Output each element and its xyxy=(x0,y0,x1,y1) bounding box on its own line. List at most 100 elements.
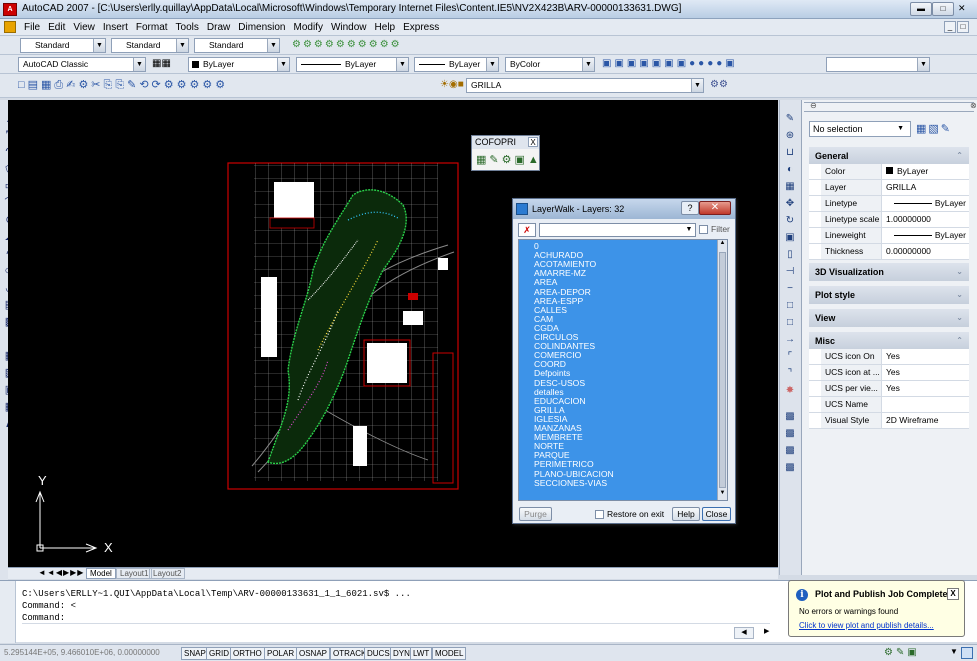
doc-minimize-button[interactable]: _ xyxy=(944,21,956,33)
palette-close-icon[interactable]: ⊗ xyxy=(970,101,977,110)
notification-details-link[interactable]: Click to view plot and publish details..… xyxy=(799,621,934,630)
array-tool-icon[interactable]: ▦ xyxy=(782,180,798,194)
tab-model[interactable]: Model xyxy=(86,568,116,579)
menu-draw[interactable]: Draw xyxy=(203,19,234,36)
layer-list-item[interactable]: SECCIONES-VIAS xyxy=(534,478,607,488)
prop-row-linetype[interactable]: Linetype ByLayer xyxy=(809,196,969,212)
stretch-tool-icon[interactable]: ▯ xyxy=(782,248,798,262)
scroll-left-icon[interactable]: ◀ xyxy=(734,627,754,639)
notification-balloon[interactable]: i Plot and Publish Job Complete X No err… xyxy=(788,580,965,637)
menu-express[interactable]: Express xyxy=(399,19,443,36)
dialog-close-button[interactable]: Close xyxy=(702,507,731,521)
category-3d-visualization[interactable]: 3D Visualization ⌄ xyxy=(809,263,969,281)
prop-row-layer[interactable]: Layer GRILLA xyxy=(809,180,969,196)
move-tool-icon[interactable]: ✥ xyxy=(782,197,798,211)
category-general[interactable]: General ⌃ xyxy=(809,147,969,165)
menu-insert[interactable]: Insert xyxy=(99,19,132,36)
grid-toggle[interactable]: GRID xyxy=(206,647,232,660)
autocad-app-icon[interactable]: A xyxy=(3,3,17,16)
notification-close-button[interactable]: X xyxy=(947,588,959,600)
help-button[interactable]: ? xyxy=(681,201,699,215)
menu-file[interactable]: File xyxy=(20,19,44,36)
menu-view[interactable]: View xyxy=(69,19,99,36)
layer-previous-icon[interactable]: ⚙⚙ xyxy=(710,79,728,90)
draworder-under-icon[interactable]: ▩ xyxy=(782,461,798,475)
cofopri-tools-icons[interactable]: ▦✎⚙▣▲ xyxy=(476,153,542,166)
tab-scroll-arrows[interactable]: ◄◄◀▶▶▶ xyxy=(38,568,84,577)
layer-control-select[interactable]: GRILLA ▼ xyxy=(466,78,704,93)
layer-list-scrollbar[interactable]: ▲ ▼ xyxy=(717,240,727,500)
table-style-select[interactable]: Standard ▼ xyxy=(194,38,280,53)
named-view-select[interactable]: ▼ xyxy=(826,57,930,72)
text-style-select[interactable]: Standard ▼ xyxy=(20,38,106,53)
layer-list[interactable]: ▲ ▼ 0 ACHURADO ACOTAMIENTO AMARRE-MZ AREA ARE… xyxy=(518,239,728,501)
palette-grip[interactable] xyxy=(804,102,974,112)
scroll-down-icon[interactable]: ▼ xyxy=(718,490,727,499)
prop-row-visual-style[interactable]: Visual Style 2D Wireframe xyxy=(809,413,969,429)
palette-minus-icon[interactable]: ⊖ xyxy=(810,101,817,110)
coordinate-readout[interactable]: 5.295144E+05, 9.466010E+06, 0.00000000 xyxy=(4,648,160,657)
plotstyle-control-select[interactable]: ByColor ▼ xyxy=(505,57,595,72)
prop-row-thickness[interactable]: Thickness 0.00000000 xyxy=(809,244,969,260)
tray-menu-chevron-icon[interactable]: ▼ xyxy=(950,647,958,656)
mirror-tool-icon[interactable]: ⊔ xyxy=(782,146,798,160)
close-window-button[interactable]: ✕ xyxy=(958,3,966,14)
prop-row-ucs-icon-on[interactable]: UCS icon On Yes xyxy=(809,349,969,365)
draworder-back-icon[interactable]: ▩ xyxy=(782,427,798,441)
prop-row-color[interactable]: Color ByLayer xyxy=(809,164,969,180)
scroll-right-icon[interactable]: ▶ xyxy=(764,627,769,635)
workspace-select[interactable]: AutoCAD Classic ▼ xyxy=(18,57,146,72)
linetype-control-select[interactable]: ByLayer ▼ xyxy=(296,57,409,72)
prop-row-ucs-name[interactable]: UCS Name xyxy=(809,397,969,413)
join-tool-icon[interactable]: → xyxy=(782,333,798,347)
restore-on-exit-checkbox[interactable] xyxy=(595,510,604,519)
category-misc[interactable]: Misc ⌃ xyxy=(809,332,969,350)
menu-help[interactable]: Help xyxy=(371,19,400,36)
view-tools-icons[interactable]: ▣▣▣▣▣▣▣●●●●▣ xyxy=(602,58,822,71)
scroll-thumb[interactable] xyxy=(719,252,726,488)
scroll-up-icon[interactable]: ▲ xyxy=(718,240,727,249)
layer-tools-icons[interactable]: ⚙⚙⚙⚙⚙⚙⚙⚙⚙⚙ xyxy=(292,39,462,52)
filter-input[interactable]: ▼ xyxy=(539,223,696,237)
filter-checkbox[interactable] xyxy=(699,225,708,234)
break-at-point-tool-icon[interactable]: □ xyxy=(782,316,798,330)
selection-select[interactable]: No selection ▼ xyxy=(809,121,911,137)
osnap-toggle[interactable]: OSNAP xyxy=(296,647,331,660)
menu-dimension[interactable]: Dimension xyxy=(234,19,289,36)
fillet-tool-icon[interactable]: ⌝ xyxy=(782,367,798,381)
trim-tool-icon[interactable]: ⊣ xyxy=(782,265,798,279)
filter-icon[interactable]: ✗ xyxy=(518,223,536,237)
dim-style-select[interactable]: Standard ▼ xyxy=(111,38,189,53)
standard-tools-icons[interactable]: □▤▦⎙✍⚙✂⎘⎘✎⟲⟳⚙⚙⚙⚙⚙ xyxy=(18,78,318,93)
cofopri-close-button[interactable]: X xyxy=(528,137,538,147)
scale-tool-icon[interactable]: ▣ xyxy=(782,231,798,245)
layer-state-icons[interactable]: ☀◉■ xyxy=(440,79,464,90)
snap-toggle[interactable]: SNAP xyxy=(181,647,209,660)
quick-select-icons[interactable]: ▦▧✎ xyxy=(916,122,952,135)
ducs-toggle[interactable]: DUCS xyxy=(364,647,393,660)
dialog-help-button[interactable]: Help xyxy=(672,507,700,521)
break-tool-icon[interactable]: □ xyxy=(782,299,798,313)
doc-restore-button[interactable]: □ xyxy=(957,21,969,33)
minimize-button[interactable]: ▬ xyxy=(910,2,932,16)
category-view[interactable]: View ⌄ xyxy=(809,309,969,327)
tray-icons[interactable]: ⚙✎▣ xyxy=(884,647,920,658)
prop-row-ucs-per-viewport[interactable]: UCS per vie... Yes xyxy=(809,381,969,397)
maximize-button[interactable]: □ xyxy=(932,2,954,16)
erase-tool-icon[interactable]: ✎ xyxy=(782,112,798,126)
draworder-above-icon[interactable]: ▩ xyxy=(782,444,798,458)
command-window-grip[interactable] xyxy=(0,581,16,643)
prop-row-linetype-scale[interactable]: Linetype scale 1.00000000 xyxy=(809,212,969,228)
polar-toggle[interactable]: POLAR xyxy=(264,647,298,660)
command-input[interactable]: Command: xyxy=(22,613,770,624)
category-plot-style[interactable]: Plot style ⌄ xyxy=(809,286,969,304)
clean-screen-icon[interactable] xyxy=(961,647,973,659)
workspace-settings-icon[interactable]: ▦▦ xyxy=(152,58,171,69)
menu-window[interactable]: Window xyxy=(327,19,371,36)
lineweight-control-select[interactable]: ByLayer ▼ xyxy=(414,57,499,72)
prop-row-lineweight[interactable]: Lineweight ByLayer xyxy=(809,228,969,244)
model-toggle[interactable]: MODEL xyxy=(432,647,467,660)
explode-tool-icon[interactable]: ✸ xyxy=(782,384,798,398)
prop-row-ucs-icon-at-origin[interactable]: UCS icon at ... Yes xyxy=(809,365,969,381)
purge-button[interactable]: Purge xyxy=(519,507,552,521)
